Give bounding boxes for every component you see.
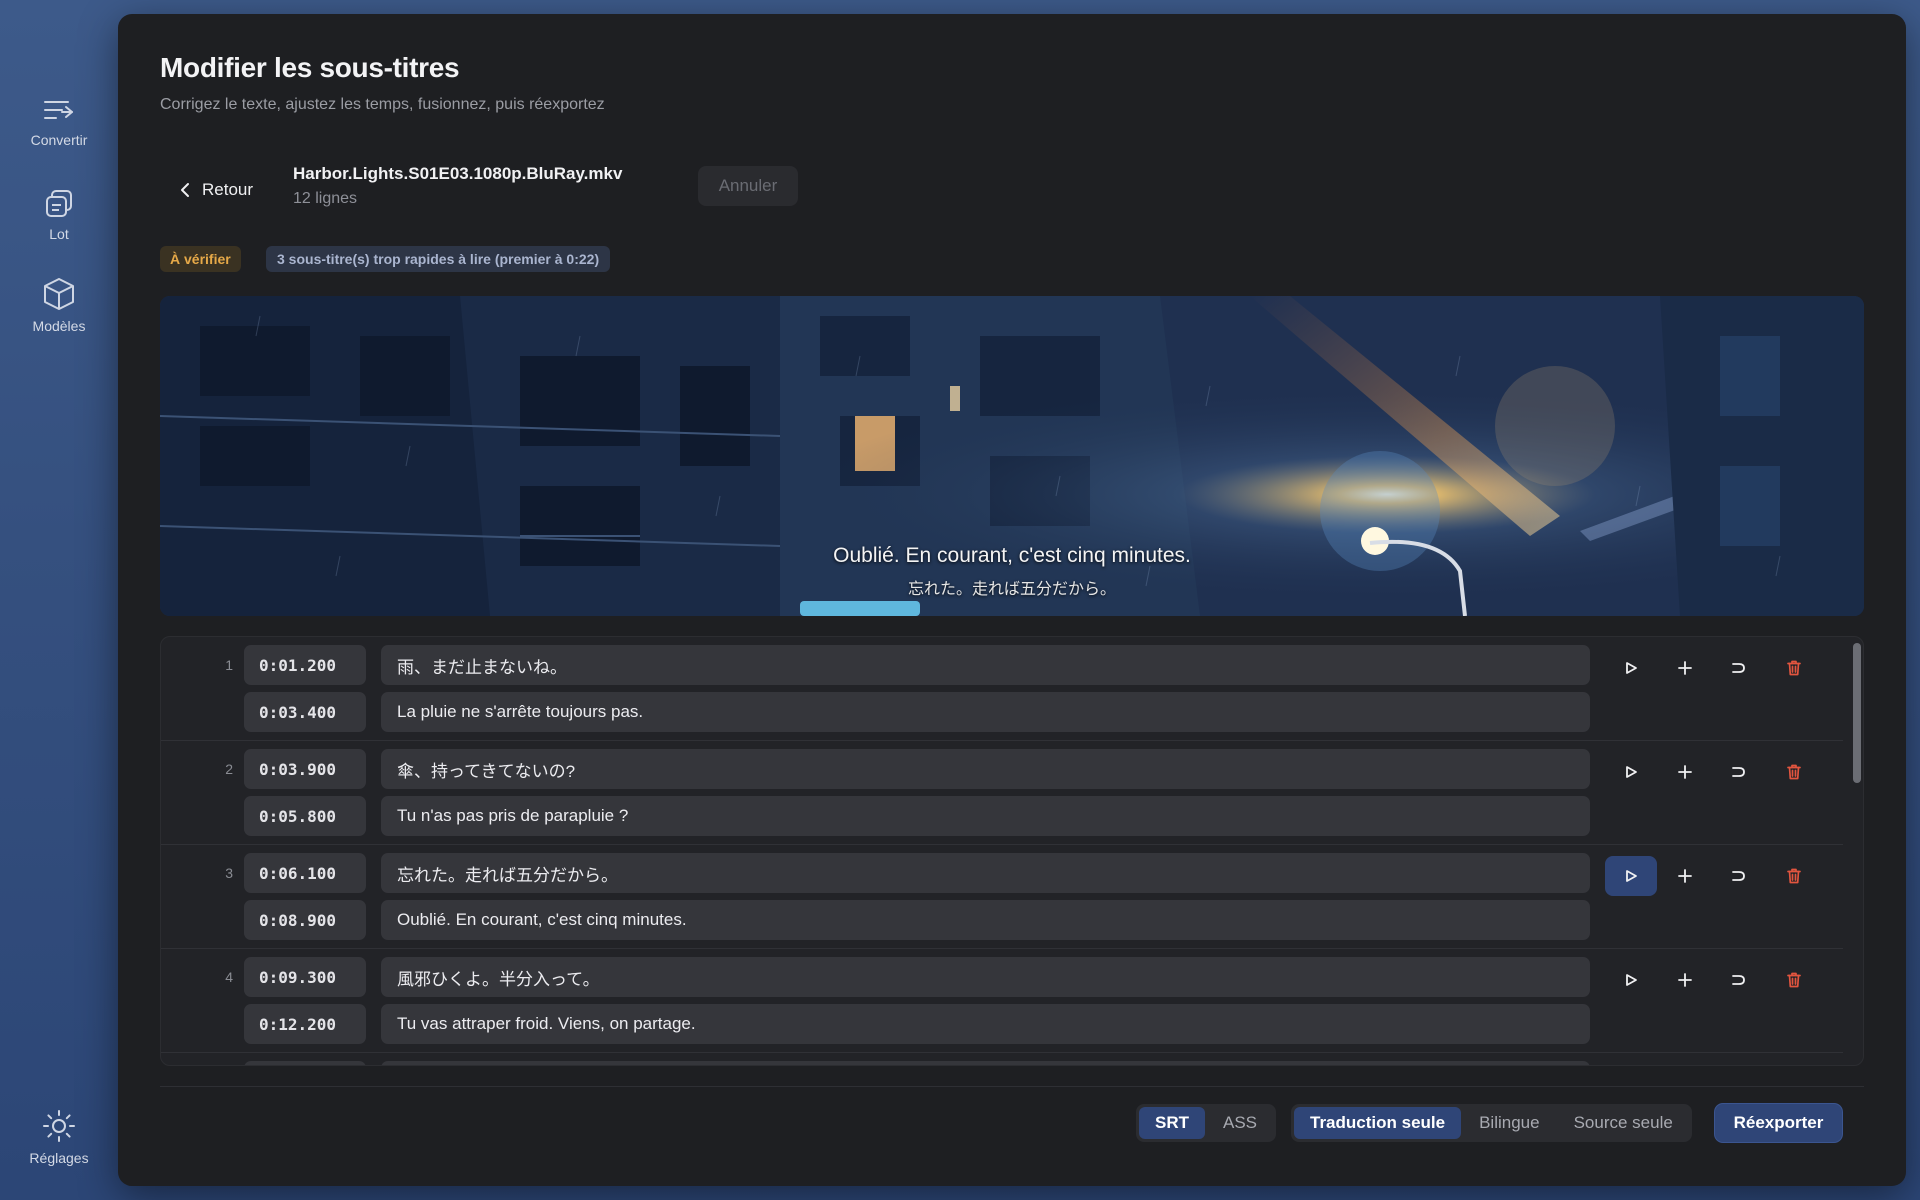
back-label: Retour (202, 180, 254, 199)
translation-text-input[interactable]: Tu n'as pas pris de parapluie ? (381, 796, 1590, 836)
translation-text-input[interactable]: Oublié. En courant, c'est cinq minutes. (381, 900, 1590, 940)
sidebar-item-label: Lot (49, 226, 69, 242)
row-number: 4 (225, 969, 233, 985)
cancel-button[interactable]: Annuler (698, 166, 798, 206)
add-button[interactable] (1659, 648, 1711, 688)
play-icon (1626, 870, 1637, 882)
subtitle-list[interactable]: 1 0:01.200 0:03.400 雨、まだ止まないね。 La pluie … (160, 636, 1864, 1066)
main-panel: Modifier les sous-titres Corrigez le tex… (118, 14, 1906, 1186)
merge-button[interactable] (1713, 856, 1765, 896)
merge-button[interactable] (1713, 752, 1765, 792)
subtitle-row: 3 0:06.100 0:08.900 忘れた。走れば五分だから。 Oublié… (161, 845, 1843, 949)
source-text-input[interactable] (381, 1061, 1590, 1065)
scrollbar[interactable] (1852, 641, 1862, 1063)
chevron-left-icon (181, 183, 189, 197)
add-button[interactable] (1659, 752, 1711, 792)
row-number: 1 (225, 657, 233, 673)
trash-icon (1787, 660, 1801, 676)
plus-icon (1678, 973, 1692, 987)
start-time-input[interactable]: 0:06.100 (244, 853, 366, 893)
play-icon (1626, 974, 1637, 986)
row-number: 2 (225, 761, 233, 777)
subtitle-row: 1 0:01.200 0:03.400 雨、まだ止まないね。 La pluie … (161, 637, 1843, 741)
start-time-input[interactable]: 0:03.900 (244, 749, 366, 789)
format-toggle: SRT ASS (1136, 1104, 1277, 1142)
sidebar-item-convertir[interactable]: Convertir (0, 96, 118, 148)
warning-badge: 3 sous-titre(s) trop rapides à lire (pre… (266, 246, 611, 272)
translation-text-input[interactable]: La pluie ne s'arrête toujours pas. (381, 692, 1590, 732)
trash-icon (1787, 868, 1801, 884)
sun-gear-icon (43, 1110, 75, 1142)
source-text-input[interactable]: 忘れた。走れば五分だから。 (381, 853, 1590, 893)
trash-icon (1787, 972, 1801, 988)
video-preview[interactable]: Oublié. En courant, c'est cinq minutes. … (160, 296, 1864, 616)
translation-text-input[interactable]: Tu vas attraper froid. Viens, on partage… (381, 1004, 1590, 1044)
page-title: Modifier les sous-titres (160, 52, 460, 83)
merge-button[interactable] (1713, 648, 1765, 688)
subtitle-row: 2 0:03.900 0:05.800 傘、持ってきてないの? Tu n'as … (161, 741, 1843, 845)
merge-icon (1732, 975, 1745, 985)
footer-divider (160, 1086, 1864, 1087)
merge-icon (1732, 767, 1745, 777)
delete-button[interactable] (1768, 752, 1820, 792)
play-button[interactable] (1605, 960, 1657, 1000)
subtitle-row: 4 0:09.300 0:12.200 風邪ひくよ。半分入って。 Tu vas … (161, 949, 1843, 1053)
mode-option-source[interactable]: Source seule (1558, 1107, 1689, 1139)
start-time-input[interactable] (244, 1061, 366, 1065)
row-number: 3 (225, 865, 233, 881)
delete-button[interactable] (1768, 648, 1820, 688)
mode-option-bilingual[interactable]: Bilingue (1463, 1107, 1556, 1139)
source-text-input[interactable]: 風邪ひくよ。半分入って。 (381, 957, 1590, 997)
start-time-input[interactable]: 0:01.200 (244, 645, 366, 685)
format-option-ass[interactable]: ASS (1207, 1107, 1273, 1139)
subtitle-row-partial (161, 1053, 1843, 1065)
cube-icon (44, 278, 74, 310)
delete-button[interactable] (1768, 960, 1820, 1000)
end-time-input[interactable]: 0:05.800 (244, 796, 366, 836)
batch-icon (46, 190, 72, 217)
end-time-input[interactable]: 0:03.400 (244, 692, 366, 732)
sidebar-item-lot[interactable]: Lot (0, 188, 118, 242)
source-text-input[interactable]: 傘、持ってきてないの? (381, 749, 1590, 789)
back-button[interactable]: Retour (160, 170, 267, 210)
line-count: 12 lignes (293, 190, 358, 207)
add-button[interactable] (1659, 856, 1711, 896)
mode-option-translation[interactable]: Traduction seule (1294, 1107, 1462, 1139)
plus-icon (1678, 869, 1692, 883)
merge-icon (1732, 663, 1745, 673)
add-button[interactable] (1659, 960, 1711, 1000)
reexport-button[interactable]: Réexporter (1715, 1104, 1842, 1142)
trash-icon (1787, 764, 1801, 780)
preview-subtitle-source: 忘れた。走れば五分だから。 (907, 581, 1116, 598)
sidebar-item-label: Réglages (29, 1150, 89, 1166)
play-button[interactable] (1605, 752, 1657, 792)
sidebar-item-reglages[interactable]: Réglages (0, 1108, 118, 1166)
page-subtitle: Corrigez le texte, ajustez les temps, fu… (160, 96, 605, 113)
sidebar-item-modeles[interactable]: Modèles (0, 276, 118, 334)
play-button[interactable] (1605, 856, 1657, 896)
plus-icon (1678, 765, 1692, 779)
file-name: Harbor.Lights.S01E03.1080p.BluRay.mkv (293, 164, 623, 183)
plus-icon (1678, 661, 1692, 675)
play-icon (1626, 766, 1637, 778)
end-time-input[interactable]: 0:12.200 (244, 1004, 366, 1044)
start-time-input[interactable]: 0:09.300 (244, 957, 366, 997)
status-badge: À vérifier (160, 246, 241, 272)
merge-icon (1732, 871, 1745, 881)
preview-subtitle-translation: Oublié. En courant, c'est cinq minutes. (833, 544, 1191, 567)
convert-icon (44, 101, 73, 119)
format-option-srt[interactable]: SRT (1139, 1107, 1205, 1139)
preview-scene-image (160, 296, 1864, 616)
play-icon (1626, 662, 1637, 674)
sidebar: Convertir Lot Modèles Réglages (0, 0, 118, 1200)
end-time-input[interactable]: 0:08.900 (244, 900, 366, 940)
delete-button[interactable] (1768, 856, 1820, 896)
sidebar-item-label: Convertir (30, 132, 88, 148)
sidebar-item-label: Modèles (32, 318, 86, 334)
source-text-input[interactable]: 雨、まだ止まないね。 (381, 645, 1590, 685)
scrollbar-thumb[interactable] (1853, 643, 1861, 783)
merge-button[interactable] (1713, 960, 1765, 1000)
play-button[interactable] (1605, 648, 1657, 688)
mode-toggle: Traduction seule Bilingue Source seule (1291, 1104, 1692, 1142)
